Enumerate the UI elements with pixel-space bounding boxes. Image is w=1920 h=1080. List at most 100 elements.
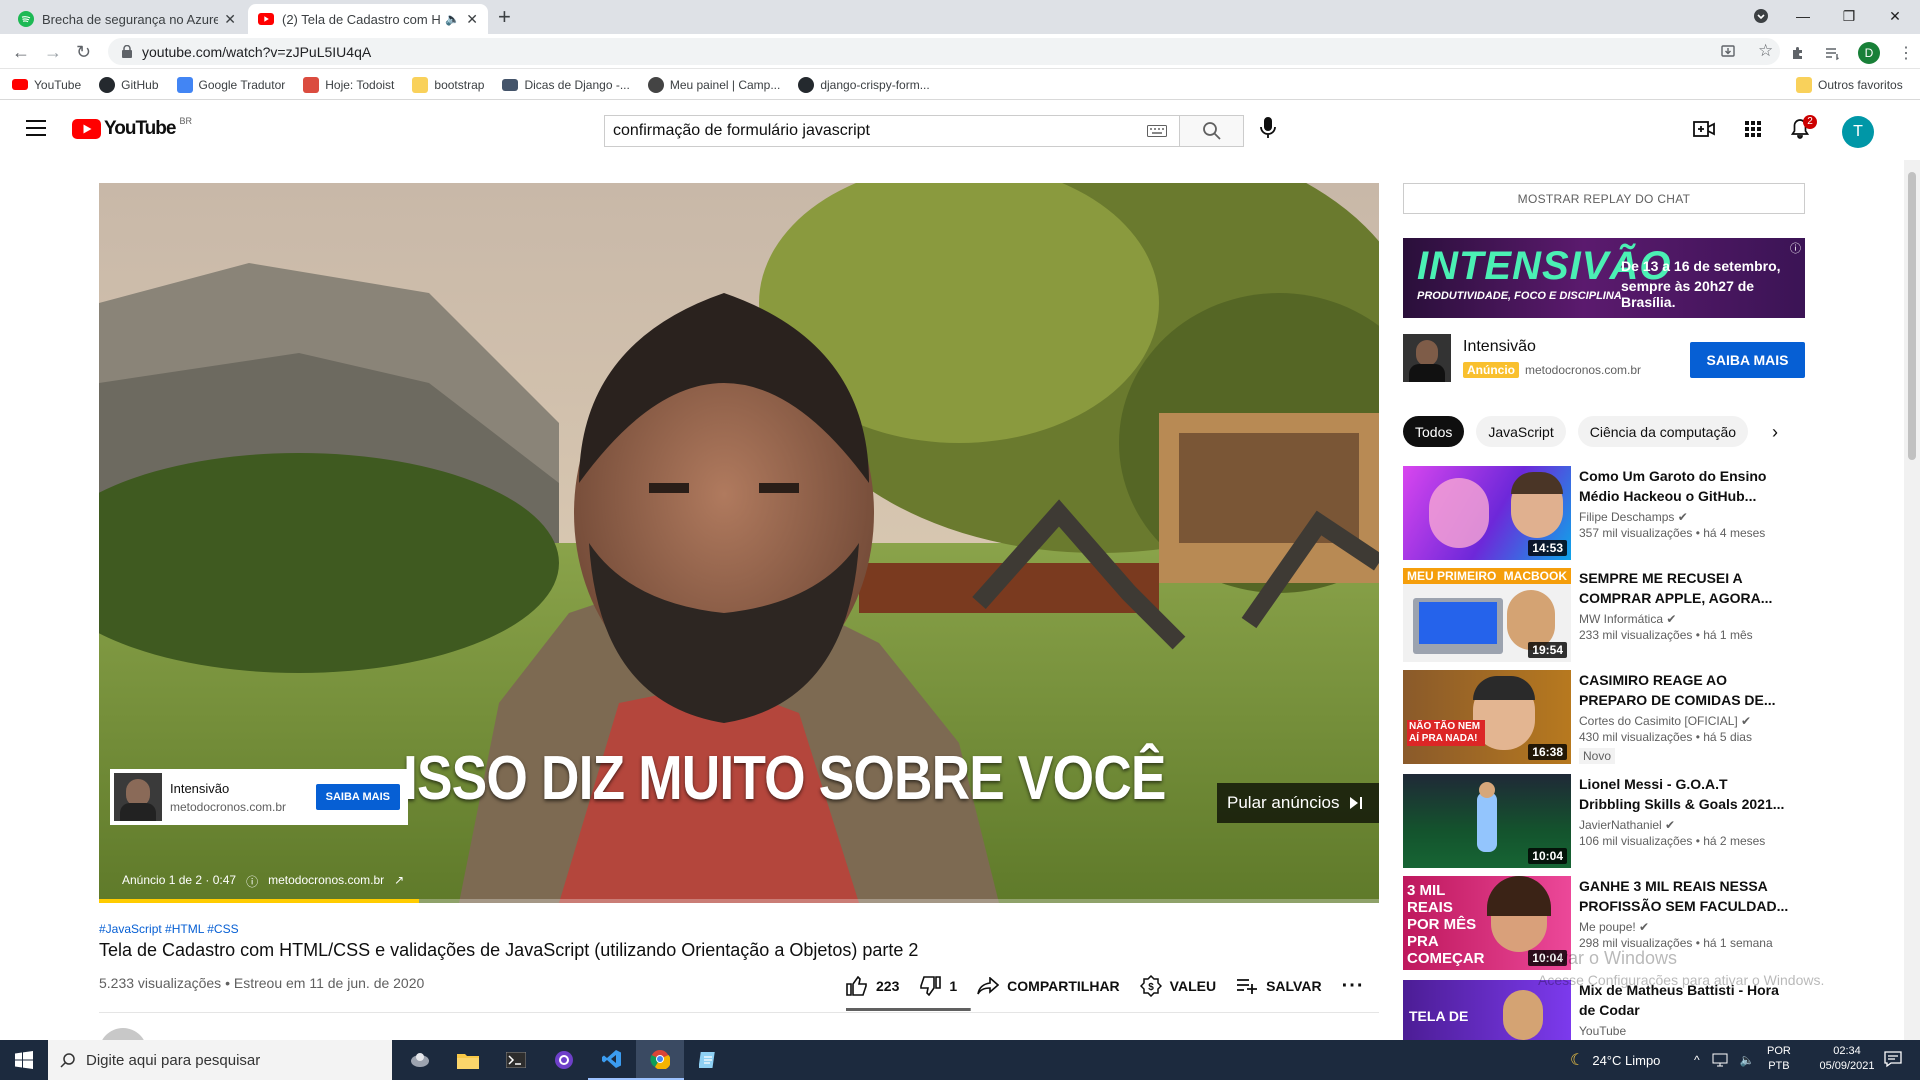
- like-button[interactable]: 223: [846, 976, 899, 996]
- bookmark-todoist[interactable]: Hoje: Todoist: [303, 76, 394, 93]
- bookmark-youtube[interactable]: YouTube: [12, 78, 81, 92]
- youtube-logo-icon: [72, 119, 101, 139]
- logo-text: YouTube: [104, 118, 176, 139]
- recommended-video[interactable]: 10:04 Lionel Messi - G.O.A.T Dribbling S…: [1403, 774, 1833, 868]
- bookmark-label: Dicas de Django -...: [524, 77, 630, 92]
- ad-domain-link[interactable]: metodocronos.com.br: [268, 873, 384, 890]
- clock[interactable]: 02:34 05/09/2021: [1814, 1044, 1880, 1074]
- chip-todos[interactable]: Todos: [1403, 416, 1465, 447]
- recommended-video[interactable]: NÃO TÃO NEM AÍ PRA NADA! 16:38 CASIMIRO …: [1403, 670, 1833, 764]
- search-input[interactable]: confirmação de formulário javascript: [604, 115, 1180, 147]
- player-ad-card[interactable]: Intensivão metodocronos.com.br SAIBA MAI…: [110, 769, 408, 825]
- sidebar-ad-title: Intensivão: [1463, 338, 1536, 355]
- language-indicator[interactable]: POR PTB: [1767, 1044, 1791, 1074]
- microphone-icon[interactable]: [1260, 117, 1276, 139]
- chevron-up-icon[interactable]: ^: [1694, 1053, 1700, 1067]
- sidebar-ad[interactable]: Intensivão Anúncio metodocronos.com.br S…: [1403, 334, 1805, 382]
- ad-progress-bar[interactable]: [99, 899, 1379, 903]
- reading-list-icon[interactable]: [1824, 45, 1840, 61]
- weather-text: 24°C Limpo: [1592, 1052, 1661, 1068]
- tab-azure[interactable]: Brecha de segurança no Azure | V ✕: [8, 4, 246, 34]
- ad-banner[interactable]: INTENSIVÃO PRODUTIVIDADE, FOCO E DISCIPL…: [1403, 238, 1805, 318]
- youtube-logo[interactable]: YouTube BR: [72, 116, 192, 140]
- cortana-icon[interactable]: [396, 1040, 444, 1080]
- region-code: BR: [179, 116, 192, 126]
- weather-widget[interactable]: ☾ 24°C Limpo: [1570, 1040, 1660, 1080]
- bookmark-crispy[interactable]: django-crispy-form...: [798, 76, 930, 93]
- terminal-icon[interactable]: [492, 1040, 540, 1080]
- notepad-icon[interactable]: [684, 1040, 732, 1080]
- sidebar-ad-cta-button[interactable]: SAIBA MAIS: [1690, 342, 1805, 378]
- new-tab-button[interactable]: +: [498, 6, 511, 28]
- bookmark-bootstrap[interactable]: bootstrap: [412, 76, 484, 93]
- video-player[interactable]: ISSO DIZ MUITO SOBRE VOCÊ Intensivão met…: [99, 183, 1379, 903]
- chip-ciencia-computacao[interactable]: Ciência da computação: [1577, 416, 1749, 447]
- reload-icon[interactable]: ↻: [76, 42, 91, 63]
- banner-time: sempre às 20h27 de Brasília.: [1621, 278, 1755, 310]
- recommended-video[interactable]: MEU PRIMEIRO MACBOOK 19:54 SEMPRE ME REC…: [1403, 568, 1833, 662]
- star-icon[interactable]: ☆: [1758, 42, 1773, 59]
- info-icon[interactable]: ⓘ: [246, 873, 258, 890]
- chips-next-icon[interactable]: ›: [1772, 422, 1778, 443]
- chip-javascript[interactable]: JavaScript: [1476, 416, 1566, 447]
- account-avatar[interactable]: T: [1842, 116, 1874, 148]
- tab-search-icon[interactable]: [1738, 0, 1784, 32]
- github-desktop-icon[interactable]: [540, 1040, 588, 1080]
- extensions-icon[interactable]: [1790, 45, 1806, 61]
- dislike-button[interactable]: 1: [919, 976, 957, 996]
- forward-icon[interactable]: →: [44, 42, 62, 63]
- taskbar-search[interactable]: Digite aqui para pesquisar: [48, 1040, 392, 1080]
- recommended-video[interactable]: 14:53 Como Um Garoto do Ensino Médio Hac…: [1403, 466, 1833, 560]
- recommended-mix[interactable]: TELA DE Mix de Matheus Battisti - Hora d…: [1403, 980, 1833, 1040]
- back-icon[interactable]: ←: [12, 42, 30, 63]
- apps-icon[interactable]: [1745, 121, 1761, 137]
- youtube-favicon-icon: [258, 13, 274, 25]
- speaker-icon[interactable]: 🔈: [445, 12, 460, 26]
- create-video-icon[interactable]: [1693, 121, 1715, 137]
- browser-menu-icon[interactable]: ⋮: [1898, 43, 1914, 63]
- windows-start-icon[interactable]: [0, 1040, 48, 1080]
- thanks-label: VALEU: [1169, 978, 1217, 994]
- file-explorer-icon[interactable]: [444, 1040, 492, 1080]
- close-tab-icon[interactable]: ✕: [224, 11, 236, 28]
- video-duration: 19:54: [1528, 642, 1567, 658]
- profile-avatar[interactable]: D: [1858, 42, 1880, 64]
- dislike-count: 1: [949, 978, 958, 994]
- tab-youtube[interactable]: (2) Tela de Cadastro com HTM 🔈 ✕: [248, 4, 488, 34]
- install-icon[interactable]: [1720, 43, 1736, 59]
- video-hashtags[interactable]: #JavaScript #HTML #CSS: [99, 922, 239, 936]
- keyboard-icon[interactable]: [1147, 125, 1167, 137]
- vscode-icon[interactable]: [588, 1040, 636, 1080]
- menu-icon[interactable]: [26, 120, 46, 136]
- notification-center-icon[interactable]: [1884, 1050, 1902, 1068]
- minimize-icon[interactable]: —: [1780, 0, 1826, 32]
- bookmark-django[interactable]: Dicas de Django -...: [502, 77, 630, 92]
- show-chat-replay-button[interactable]: MOSTRAR REPLAY DO CHAT: [1403, 183, 1805, 214]
- bookmark-translate[interactable]: Google Tradutor: [176, 76, 285, 93]
- share-button[interactable]: COMPARTILHAR: [977, 977, 1120, 995]
- close-tab-icon[interactable]: ✕: [466, 11, 478, 28]
- search-button[interactable]: [1180, 115, 1244, 147]
- thanks-button[interactable]: $ VALEU: [1139, 975, 1217, 997]
- video-views: 233 mil visualizações • há 1 mês: [1579, 628, 1753, 642]
- bookmark-other[interactable]: Outros favoritos: [1796, 76, 1903, 93]
- external-link-icon: ↗: [394, 873, 405, 887]
- network-icon[interactable]: [1712, 1053, 1728, 1067]
- url-bar[interactable]: youtube.com/watch?v=zJPuL5IU4qA: [108, 38, 1780, 65]
- close-window-icon[interactable]: ✕: [1872, 0, 1918, 32]
- thumbnail-text: MACBOOK: [1499, 568, 1571, 584]
- restore-icon[interactable]: ❐: [1826, 0, 1872, 32]
- save-button[interactable]: SALVAR: [1236, 978, 1322, 994]
- bookmark-label: Outros favoritos: [1818, 77, 1903, 92]
- scrollbar-thumb[interactable]: [1908, 172, 1916, 460]
- bookmark-painel[interactable]: Meu painel | Camp...: [647, 76, 780, 93]
- ad-card-cta-button[interactable]: SAIBA MAIS: [315, 784, 400, 810]
- skip-ads-button[interactable]: Pular anúncios: [1217, 783, 1379, 823]
- bookmark-github[interactable]: GitHub: [99, 76, 159, 93]
- volume-icon[interactable]: 🔈: [1740, 1053, 1755, 1067]
- video-meta: SEMPRE ME RECUSEI A COMPRAR APPLE, AGORA…: [1579, 568, 1789, 642]
- more-actions-icon[interactable]: ···: [1342, 975, 1365, 998]
- chrome-icon[interactable]: [636, 1040, 684, 1080]
- ad-info-icon[interactable]: ⓘ: [1790, 240, 1801, 256]
- page-scrollbar[interactable]: [1904, 160, 1920, 1040]
